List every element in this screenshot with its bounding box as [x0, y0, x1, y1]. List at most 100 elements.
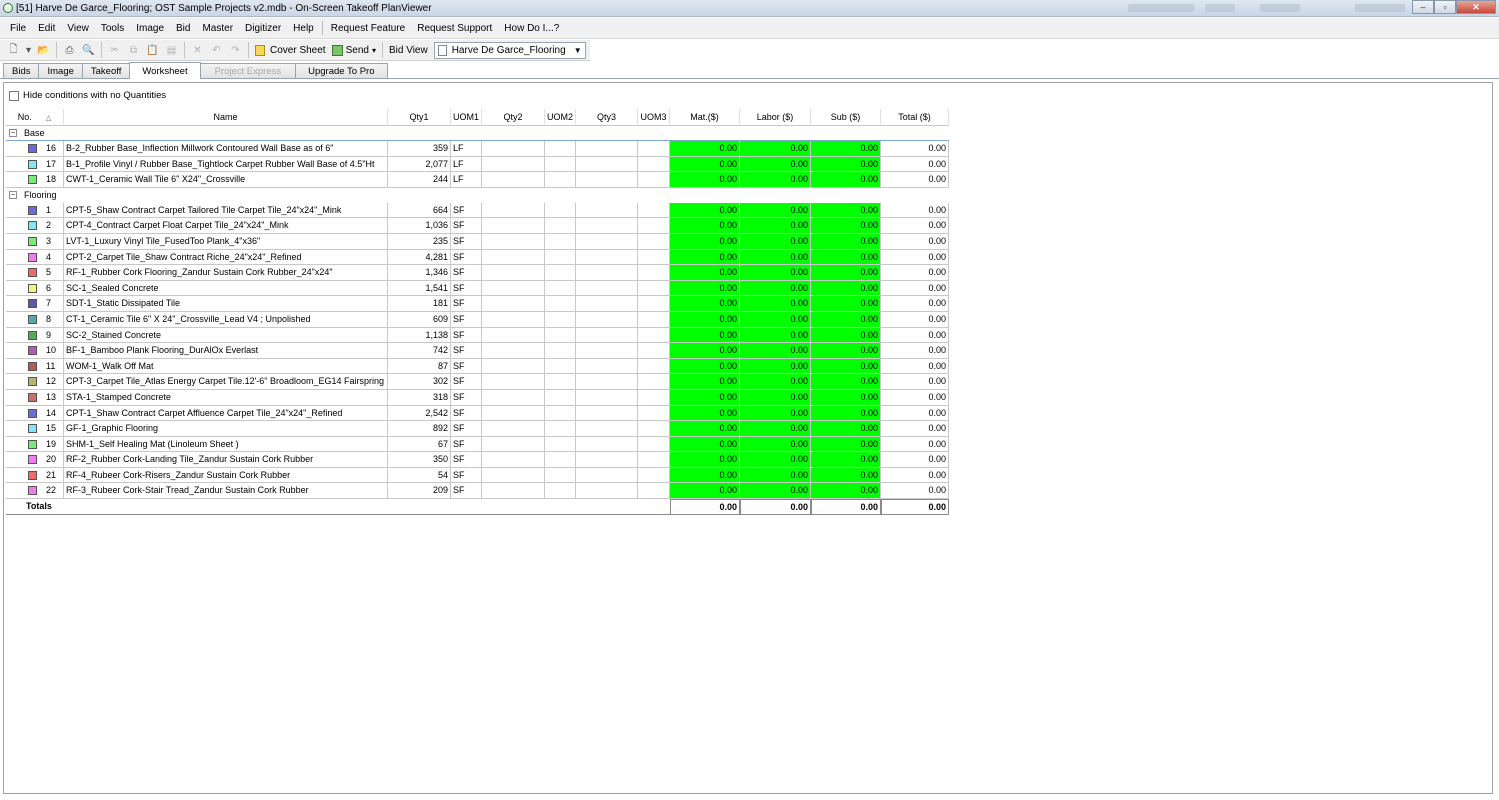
mat-cell[interactable]: 0.00: [670, 389, 740, 406]
qty1-cell[interactable]: 244: [388, 172, 451, 188]
empty-cell[interactable]: [576, 265, 638, 281]
empty-cell[interactable]: [482, 172, 545, 188]
send-button[interactable]: Send ▾: [329, 44, 379, 56]
qty1-cell[interactable]: 1,138: [388, 327, 451, 344]
labor-cell[interactable]: 0.00: [740, 405, 811, 422]
total-cell[interactable]: 0.00: [881, 483, 949, 500]
uom1-cell[interactable]: SF: [451, 374, 482, 390]
sub-cell[interactable]: 0.00: [811, 172, 881, 188]
uom1-cell[interactable]: SF: [451, 327, 482, 344]
empty-cell[interactable]: [638, 421, 670, 437]
condition-name-cell[interactable]: CPT-4_Contract Carpet Float Carpet Tile_…: [64, 218, 388, 234]
empty-cell[interactable]: [482, 389, 545, 406]
mat-cell[interactable]: 0.00: [670, 327, 740, 344]
cut-icon[interactable]: ✂: [107, 42, 123, 58]
uom1-cell[interactable]: SF: [451, 421, 482, 437]
empty-cell[interactable]: [576, 436, 638, 453]
table-row[interactable]: 7 SDT-1_Static Dissipated Tile 181 SF 0.00 0.…: [6, 296, 949, 312]
empty-cell[interactable]: [482, 327, 545, 344]
table-row[interactable]: 21 RF-4_Rubeer Cork-Risers_Zandur Sustain…: [6, 467, 949, 484]
sub-cell[interactable]: 0.00: [811, 374, 881, 390]
empty-cell[interactable]: [576, 421, 638, 437]
mat-cell[interactable]: 0.00: [670, 265, 740, 281]
qty1-cell[interactable]: 4,281: [388, 249, 451, 266]
empty-cell[interactable]: [576, 405, 638, 422]
sub-cell[interactable]: 0.00: [811, 452, 881, 468]
col-header-sub[interactable]: Sub ($): [811, 109, 881, 126]
empty-cell[interactable]: [482, 436, 545, 453]
mat-cell[interactable]: 0.00: [670, 296, 740, 312]
labor-cell[interactable]: 0.00: [740, 296, 811, 312]
labor-cell[interactable]: 0.00: [740, 436, 811, 453]
total-cell[interactable]: 0.00: [881, 405, 949, 422]
uom1-cell[interactable]: LF: [451, 156, 482, 173]
uom1-cell[interactable]: SF: [451, 280, 482, 297]
sub-cell[interactable]: 0.00: [811, 467, 881, 484]
labor-cell[interactable]: 0.00: [740, 467, 811, 484]
empty-cell[interactable]: [576, 296, 638, 312]
request-feature-menu[interactable]: Request Feature: [325, 23, 412, 34]
empty-cell[interactable]: [576, 327, 638, 344]
empty-cell[interactable]: [638, 327, 670, 344]
paste-icon[interactable]: 📋: [145, 42, 161, 58]
labor-cell[interactable]: 0.00: [740, 452, 811, 468]
empty-cell[interactable]: [576, 218, 638, 234]
cover-sheet-button[interactable]: Cover Sheet: [252, 44, 329, 56]
condition-name-cell[interactable]: RF-2_Rubber Cork-Landing Tile_Zandur Sus…: [64, 452, 388, 468]
sub-cell[interactable]: 0.00: [811, 202, 881, 219]
mat-cell[interactable]: 0.00: [670, 421, 740, 437]
col-header-total[interactable]: Total ($): [881, 109, 949, 126]
table-row[interactable]: 20 RF-2_Rubber Cork-Landing Tile_Zandur S…: [6, 452, 949, 468]
uom1-cell[interactable]: SF: [451, 483, 482, 500]
labor-cell[interactable]: 0.00: [740, 327, 811, 344]
empty-cell[interactable]: [545, 218, 576, 234]
table-row[interactable]: 13 STA-1_Stamped Concrete 318 SF 0.00 0.00 0.0…: [6, 389, 949, 406]
uom1-cell[interactable]: SF: [451, 296, 482, 312]
empty-cell[interactable]: [638, 280, 670, 297]
col-header-labor[interactable]: Labor ($): [740, 109, 811, 126]
table-row[interactable]: 15 GF-1_Graphic Flooring 892 SF 0.00 0.00 0.00…: [6, 421, 949, 437]
condition-name-cell[interactable]: CWT-1_Ceramic Wall Tile 6" X24"_Crossvil…: [64, 172, 388, 188]
empty-cell[interactable]: [638, 467, 670, 484]
sub-cell[interactable]: 0.00: [811, 343, 881, 359]
empty-cell[interactable]: [545, 374, 576, 390]
table-row[interactable]: 4 CPT-2_Carpet Tile_Shaw Contract Riche_2…: [6, 249, 949, 266]
empty-cell[interactable]: [482, 421, 545, 437]
how-do-i-menu[interactable]: How Do I...?: [498, 23, 565, 34]
empty-cell[interactable]: [638, 483, 670, 500]
hide-conditions-checkbox[interactable]: [9, 90, 19, 101]
empty-cell[interactable]: [638, 172, 670, 188]
condition-name-cell[interactable]: SC-2_Stained Concrete: [64, 327, 388, 344]
paste-special-icon[interactable]: ▤: [164, 42, 180, 58]
uom1-cell[interactable]: SF: [451, 389, 482, 406]
empty-cell[interactable]: [576, 280, 638, 297]
labor-cell[interactable]: 0.00: [740, 233, 811, 250]
empty-cell[interactable]: [576, 483, 638, 500]
empty-cell[interactable]: [482, 467, 545, 484]
labor-cell[interactable]: 0.00: [740, 141, 811, 157]
empty-cell[interactable]: [545, 202, 576, 219]
condition-name-cell[interactable]: CPT-1_Shaw Contract Carpet Affluence Car…: [64, 405, 388, 422]
labor-cell[interactable]: 0.00: [740, 421, 811, 437]
empty-cell[interactable]: [638, 141, 670, 157]
empty-cell[interactable]: [638, 296, 670, 312]
collapse-icon[interactable]: −: [9, 190, 17, 199]
table-row[interactable]: 19 SHM-1_Self Healing Mat (Linoleum Sheet…: [6, 436, 949, 453]
total-cell[interactable]: 0.00: [881, 296, 949, 312]
sub-cell[interactable]: 0.00: [811, 483, 881, 500]
empty-cell[interactable]: [482, 343, 545, 359]
empty-cell[interactable]: [545, 358, 576, 375]
empty-cell[interactable]: [576, 249, 638, 266]
empty-cell[interactable]: [638, 311, 670, 328]
total-cell[interactable]: 0.00: [881, 421, 949, 437]
labor-cell[interactable]: 0.00: [740, 358, 811, 375]
sub-cell[interactable]: 0.00: [811, 296, 881, 312]
empty-cell[interactable]: [482, 156, 545, 173]
empty-cell[interactable]: [576, 172, 638, 188]
mat-cell[interactable]: 0.00: [670, 280, 740, 297]
condition-name-cell[interactable]: STA-1_Stamped Concrete: [64, 389, 388, 406]
labor-cell[interactable]: 0.00: [740, 265, 811, 281]
sub-cell[interactable]: 0.00: [811, 218, 881, 234]
sub-cell[interactable]: 0.00: [811, 141, 881, 157]
undo-icon[interactable]: ↶: [209, 42, 225, 58]
